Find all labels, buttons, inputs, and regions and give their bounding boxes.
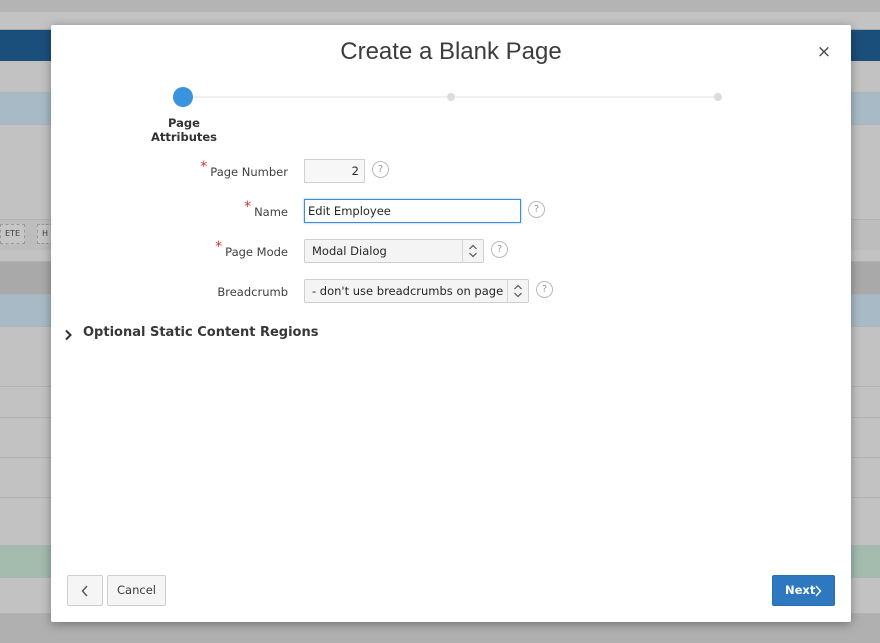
cancel-button[interactable]: Cancel (107, 575, 166, 606)
close-icon[interactable]: × (816, 44, 832, 61)
required-marker: * (215, 239, 223, 255)
background-button: ETE (0, 224, 25, 244)
wizard-step-1-indicator (173, 87, 193, 107)
page-mode-select[interactable]: Modal Dialog (304, 239, 484, 263)
page-mode-selected: Modal Dialog (312, 244, 387, 258)
chevron-up-down-icon (462, 240, 483, 262)
breadcrumb-selected: - don't use breadcrumbs on page - (312, 284, 511, 298)
name-label: * Name (244, 199, 288, 219)
optional-static-regions-title: Optional Static Content Regions (83, 325, 319, 340)
help-icon[interactable]: ? (536, 281, 553, 298)
help-icon[interactable]: ? (528, 201, 545, 218)
wizard-progress: Page Attributes (51, 85, 851, 144)
background-top-strip (0, 0, 880, 12)
breadcrumb-row: Breadcrumb - don't use breadcrumbs on pa… (51, 279, 851, 305)
next-button-label: Next (785, 583, 816, 597)
chevron-right-icon (815, 585, 822, 597)
dialog-title: Create a Blank Page (340, 38, 562, 65)
wizard-step-3-indicator (714, 93, 722, 101)
name-row: * Name Edit Employee ? (51, 199, 851, 225)
chevron-right-icon (65, 329, 72, 341)
chevron-up-down-icon (507, 280, 528, 302)
help-icon[interactable]: ? (372, 161, 389, 178)
chevron-left-icon (81, 585, 88, 597)
page-number-label: * Page Number (200, 159, 288, 179)
back-button[interactable] (67, 575, 103, 606)
wizard-step-label: Page Attributes (150, 116, 218, 144)
next-button[interactable]: Next (772, 575, 835, 606)
wizard-step-2-indicator (447, 93, 455, 101)
help-icon[interactable]: ? (491, 241, 508, 258)
page-number-row: * Page Number 2 ? (51, 159, 851, 185)
page-mode-row: * Page Mode Modal Dialog ? (51, 239, 851, 265)
breadcrumb-select[interactable]: - don't use breadcrumbs on page - (304, 279, 529, 303)
name-input[interactable]: Edit Employee (304, 199, 521, 223)
required-marker: * (244, 199, 252, 215)
create-blank-page-dialog: Create a Blank Page × Page Attributes * P… (51, 25, 851, 622)
breadcrumb-label: Breadcrumb (217, 285, 288, 299)
required-marker: * (200, 159, 208, 175)
page-mode-label: * Page Mode (215, 239, 288, 259)
page-number-input[interactable]: 2 (304, 159, 365, 183)
